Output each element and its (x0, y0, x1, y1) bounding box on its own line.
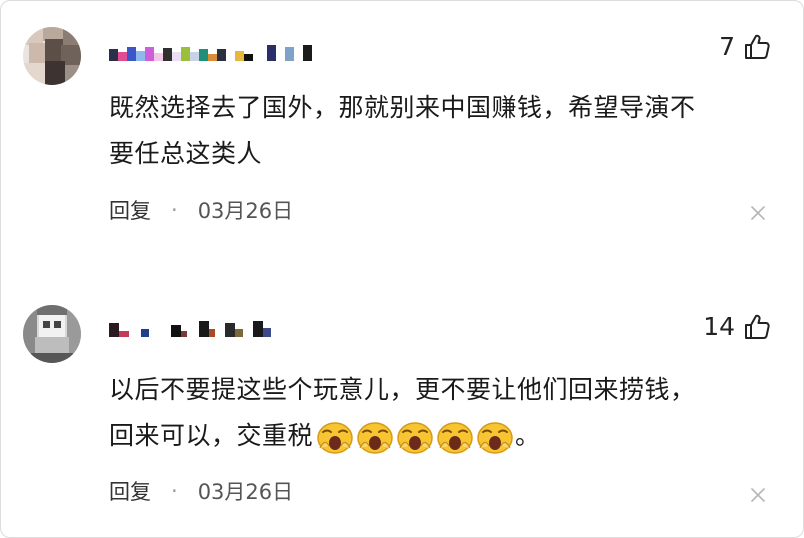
comment-meta: 回复 · 03月26日 (109, 476, 293, 506)
username-pixelated[interactable] (109, 313, 271, 337)
separator-dot: · (171, 198, 178, 222)
yawning-face-emoji (357, 422, 393, 454)
comment-date: 03月26日 (197, 480, 294, 504)
emoji-row (315, 420, 515, 454)
comment-text-segment: 回来可以，交重税 (109, 421, 314, 450)
like-count: 14 (703, 312, 735, 341)
reply-button[interactable]: 回复 (109, 195, 151, 225)
comment-text: 以后不要提这些个玩意儿，更不要让他们回来捞钱， 回来可以，交重税 。 (109, 367, 769, 459)
reply-button[interactable]: 回复 (109, 476, 151, 506)
username-pixelated[interactable] (109, 37, 312, 61)
comment-text-line: 以后不要提这些个玩意儿，更不要让他们回来捞钱， (109, 375, 696, 404)
like-button[interactable]: 14 (703, 313, 771, 341)
comment-item: 7 既然选择去了国外，那就别来中国赚钱，希望导演不 要任总这类人 回复 · 03… (1, 1, 803, 269)
yawning-face-emoji (317, 422, 353, 454)
avatar[interactable] (23, 305, 81, 363)
thumbs-up-icon[interactable] (743, 313, 771, 341)
close-icon[interactable] (751, 488, 765, 502)
thumbs-up-icon[interactable] (743, 33, 771, 61)
comment-meta: 回复 · 03月26日 (109, 195, 293, 225)
separator-dot: · (171, 479, 178, 503)
comment-text-trailing: 。 (515, 421, 541, 450)
comment-text: 既然选择去了国外，那就别来中国赚钱，希望导演不 要任总这类人 (109, 85, 769, 177)
avatar[interactable] (23, 27, 81, 85)
yawning-face-emoji (397, 422, 433, 454)
comment-text-line: 要任总这类人 (109, 139, 263, 168)
comment-text-line: 既然选择去了国外，那就别来中国赚钱，希望导演不 (109, 93, 696, 122)
comment-list: 7 既然选择去了国外，那就别来中国赚钱，希望导演不 要任总这类人 回复 · 03… (0, 0, 804, 538)
comment-text-line: 回来可以，交重税 。 (109, 413, 769, 459)
close-icon[interactable] (751, 206, 765, 220)
like-count: 7 (719, 32, 735, 61)
comment-date: 03月26日 (197, 199, 294, 223)
yawning-face-emoji (437, 422, 473, 454)
comment-item: 14 以后不要提这些个玩意儿，更不要让他们回来捞钱， 回来可以，交重税 。 回复 … (1, 269, 803, 537)
yawning-face-emoji (477, 422, 513, 454)
like-button[interactable]: 7 (719, 33, 771, 61)
